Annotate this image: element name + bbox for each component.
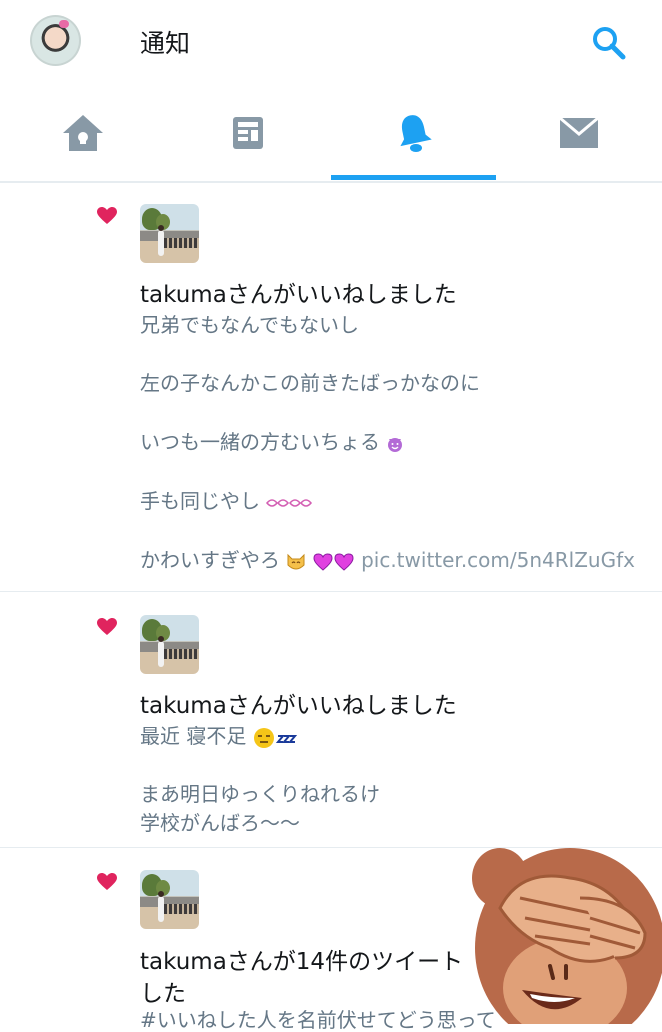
heart-icon [97,207,117,224]
moments-icon [232,116,263,149]
smiling-cat-emoji-icon [287,553,305,569]
heart-icon [97,873,117,890]
smiling-devil-emoji-icon [388,437,403,452]
tweet-line-with-emoji: 最近 寝不足 [140,724,299,749]
tab-notifications[interactable] [331,84,496,181]
heart-icon [97,618,117,635]
purple-heart-emoji-icon [313,552,354,571]
sleepy-face-emoji-icon [253,727,297,748]
page-title: 通知 [140,29,191,58]
thumbnail-crowd [164,904,199,914]
thumbnail-crowd [164,649,199,659]
tweet-line: 学校がんばろ〜〜 [140,811,300,835]
tweet-text: 手も同じやし [140,489,260,513]
notification-headline: takumaさんがいいねしました [140,693,457,719]
tweet-text: いつも一緒の方むいちょる [140,430,380,454]
thumbnail-person [158,225,164,256]
see-no-evil-monkey-icon [472,848,662,1024]
tab-moments[interactable] [165,84,330,181]
notification-headline: takumaさんがいいねしました [140,282,457,308]
envelope-icon [558,116,599,148]
tab-messages[interactable] [496,84,661,181]
profile-avatar[interactable] [30,15,81,66]
tweet-link[interactable]: pic.twitter.com/5n4RlZuGfx [361,548,635,572]
thumbnail-person [158,891,164,922]
home-icon [62,114,103,151]
notification-item[interactable]: takumaさんがいいねしました 兄弟でもなんでもないし 左の子なんかこの前きた… [0,183,662,592]
notification-headline-continued: した [140,981,186,1007]
search-icon[interactable] [591,25,627,61]
tab-home[interactable] [0,84,165,181]
blowing-kiss-emoji-icon [266,498,313,507]
tweet-line-with-link: かわいすぎやろ pic.twitter.com/5n4RlZuGfx [140,548,635,572]
top-bar: 通知 [0,0,662,84]
tweet-line: 左の子なんかこの前きたばっかなのに [140,371,480,395]
tweet-line-with-emoji: いつも一緒の方むいちょる [140,430,404,454]
tab-bar [0,84,662,183]
tweet-text: かわいすぎやろ [140,548,280,572]
notification-headline: takumaさんが14件のツイート [140,949,464,975]
thumbnail-person [158,636,164,667]
bell-icon [399,114,432,152]
user-thumbnail[interactable] [140,615,199,674]
tweet-text: 最近 寝不足 [140,724,247,748]
user-thumbnail[interactable] [140,204,199,263]
active-tab-indicator [331,175,496,180]
notification-item[interactable]: takumaさんがいいねしました 最近 寝不足 まあ明日ゆっくりねれるけ 学校が… [0,592,662,848]
tweet-line-with-emoji: 手も同じやし [140,489,313,513]
tweet-line: まあ明日ゆっくりねれるけ [140,782,380,806]
user-thumbnail[interactable] [140,870,199,929]
tweet-line: 兄弟でもなんでもないし [140,313,359,337]
thumbnail-crowd [164,238,199,248]
